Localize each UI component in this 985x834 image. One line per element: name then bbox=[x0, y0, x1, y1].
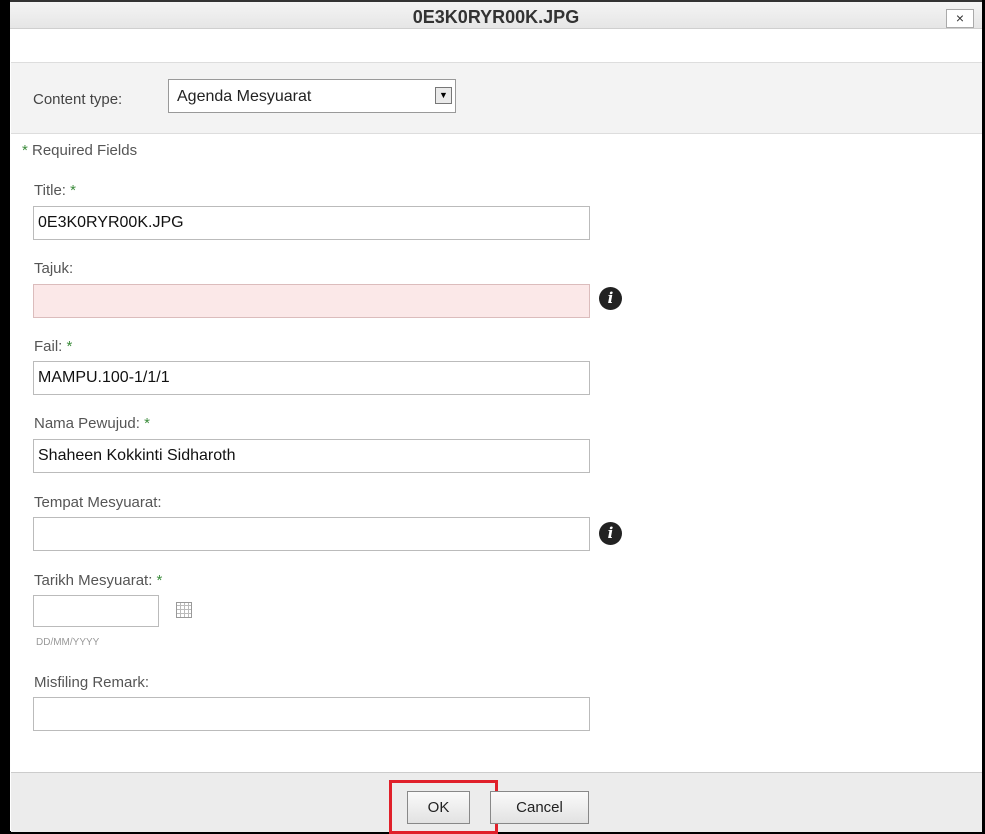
nama-pewujud-label-text: Nama Pewujud: bbox=[34, 415, 140, 432]
dialog-title: 0E3K0RYR00K.JPG bbox=[412, 7, 580, 27]
nama-pewujud-label: Nama Pewujud: * bbox=[34, 415, 150, 432]
close-button[interactable]: × bbox=[946, 9, 974, 28]
ok-button[interactable]: OK bbox=[407, 791, 470, 824]
content-type-label: Content type: bbox=[33, 91, 123, 108]
required-star: * bbox=[66, 338, 73, 355]
tarikh-mesyuarat-input[interactable] bbox=[33, 595, 159, 627]
misfiling-remark-label-text: Misfiling Remark: bbox=[34, 674, 150, 691]
info-icon[interactable]: i bbox=[599, 287, 622, 310]
required-star: * bbox=[156, 572, 163, 589]
tarikh-mesyuarat-label: Tarikh Mesyuarat: * bbox=[34, 572, 162, 589]
title-label-text: Title: bbox=[34, 182, 66, 199]
tempat-mesyuarat-input[interactable] bbox=[33, 517, 590, 551]
content-type-select[interactable]: Agenda Mesyuarat ▼ bbox=[168, 79, 456, 113]
content-type-panel: Content type: Agenda Mesyuarat ▼ bbox=[11, 62, 982, 134]
content-type-value: Agenda Mesyuarat bbox=[177, 88, 312, 105]
dialog-titlebar: 0E3K0RYR00K.JPG × bbox=[10, 0, 982, 29]
nama-pewujud-input[interactable]: Shaheen Kokkinti Sidharoth bbox=[33, 439, 590, 473]
tajuk-label-text: Tajuk: bbox=[34, 260, 74, 277]
calendar-icon[interactable] bbox=[176, 602, 192, 618]
required-fields-note: * Required Fields bbox=[22, 142, 137, 159]
tajuk-input[interactable] bbox=[33, 284, 590, 318]
misfiling-remark-label: Misfiling Remark: bbox=[34, 674, 149, 691]
misfiling-remark-input[interactable] bbox=[33, 697, 590, 731]
required-star: * bbox=[144, 415, 150, 432]
cancel-button[interactable]: Cancel bbox=[490, 791, 589, 824]
date-format-hint: DD/MM/YYYY bbox=[36, 637, 100, 648]
required-fields-text: Required Fields bbox=[27, 142, 138, 159]
fail-input[interactable]: MAMPU.100-1/1/1 bbox=[33, 361, 590, 395]
fail-label-text: Fail: bbox=[34, 338, 63, 355]
tarikh-mesyuarat-label-text: Tarikh Mesyuarat: bbox=[34, 572, 153, 589]
close-icon: × bbox=[955, 10, 965, 26]
tempat-mesyuarat-label-text: Tempat Mesyuarat: bbox=[34, 494, 162, 511]
title-label: Title: * bbox=[34, 182, 76, 199]
tajuk-label: Tajuk: bbox=[34, 260, 73, 277]
tempat-mesyuarat-label: Tempat Mesyuarat: bbox=[34, 494, 162, 511]
fail-label: Fail: * bbox=[34, 338, 72, 355]
chevron-down-icon[interactable]: ▼ bbox=[435, 87, 452, 104]
title-input[interactable]: 0E3K0RYR00K.JPG bbox=[33, 206, 590, 240]
info-icon[interactable]: i bbox=[599, 522, 622, 545]
required-star: * bbox=[70, 182, 76, 199]
dialog-footer: OK Cancel bbox=[11, 772, 982, 834]
